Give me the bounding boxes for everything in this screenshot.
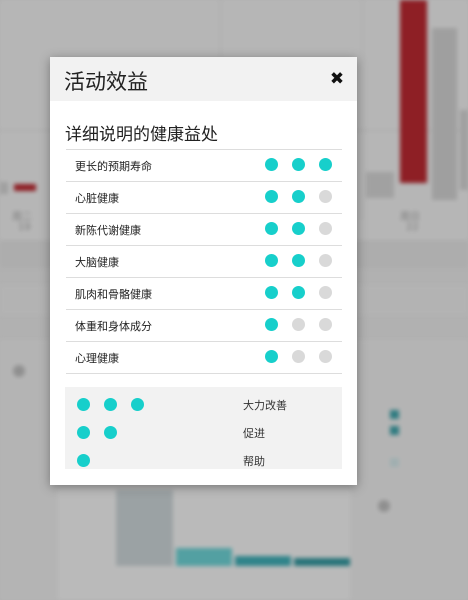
benefit-row: 大脑健康 xyxy=(66,245,342,277)
rating-dot-empty xyxy=(292,350,305,363)
legend-dots xyxy=(77,426,131,445)
benefit-label: 肌肉和骨骼健康 xyxy=(75,288,152,301)
benefit-label: 新陈代谢健康 xyxy=(75,224,141,237)
legend-label: 促进 xyxy=(243,427,265,440)
rating-dot-filled xyxy=(265,318,278,331)
rating-dot-filled xyxy=(265,222,278,235)
legend-row: 大力改善 xyxy=(65,393,342,417)
rating-dot-filled xyxy=(292,286,305,299)
benefit-label: 更长的预期寿命 xyxy=(75,160,152,173)
rating-dot-filled xyxy=(104,398,117,411)
rating-dot-empty xyxy=(319,350,332,363)
benefit-row: 新陈代谢健康 xyxy=(66,213,342,245)
rating-dot-filled xyxy=(77,454,90,467)
benefit-row: 心脏健康 xyxy=(66,181,342,213)
legend-label: 大力改善 xyxy=(243,399,287,412)
benefit-rating xyxy=(251,318,332,337)
benefit-row: 更长的预期寿命 xyxy=(66,149,342,181)
benefit-label: 心理健康 xyxy=(75,352,119,365)
rating-dot-filled xyxy=(292,222,305,235)
rating-dot-empty xyxy=(319,318,332,331)
rating-dot-filled xyxy=(265,254,278,267)
rating-dot-filled xyxy=(265,158,278,171)
benefit-rating xyxy=(251,254,332,273)
close-icon[interactable]: ✖ xyxy=(327,69,347,89)
benefit-row: 体重和身体成分 xyxy=(66,309,342,341)
benefit-level-legend: 大力改善 促进 帮助 xyxy=(65,387,342,469)
rating-dot-filled xyxy=(131,398,144,411)
rating-dot-filled xyxy=(265,286,278,299)
rating-dot-filled xyxy=(292,254,305,267)
dialog-header: 活动效益 ✖ xyxy=(50,57,357,101)
benefit-rating xyxy=(251,350,332,369)
rating-dot-empty xyxy=(319,190,332,203)
benefit-row: 肌肉和骨骼健康 xyxy=(66,277,342,309)
rating-dot-filled xyxy=(292,190,305,203)
benefit-rating xyxy=(251,222,332,241)
rating-dot-empty xyxy=(292,318,305,331)
benefit-rating xyxy=(251,190,332,209)
rating-dot-empty xyxy=(319,286,332,299)
benefits-table: 更长的预期寿命 心脏健康新陈代谢健康 大脑健康肌肉和骨骼健康 体重和身体成分 心理健康 xyxy=(66,149,342,374)
benefit-label: 心脏健康 xyxy=(75,192,119,205)
rating-dot-filled xyxy=(265,350,278,363)
rating-dot-filled xyxy=(265,190,278,203)
rating-dot-empty xyxy=(319,254,332,267)
legend-row: 促进 xyxy=(65,421,342,445)
legend-dots xyxy=(77,398,158,417)
dialog-subtitle: 详细说明的健康益处 xyxy=(65,125,218,145)
benefit-rating xyxy=(251,286,332,305)
rating-dot-empty xyxy=(319,222,332,235)
benefit-label: 大脑健康 xyxy=(75,256,119,269)
benefit-row: 心理健康 xyxy=(66,341,342,374)
legend-dots xyxy=(77,454,104,473)
benefit-label: 体重和身体成分 xyxy=(75,320,152,333)
activity-benefits-dialog: 活动效益 ✖ 详细说明的健康益处 更长的预期寿命 心脏健康新陈代谢健康 大脑健康肌肉… xyxy=(50,57,357,485)
rating-dot-filled xyxy=(77,398,90,411)
legend-row: 帮助 xyxy=(65,449,342,473)
rating-dot-filled xyxy=(319,158,332,171)
legend-label: 帮助 xyxy=(243,455,265,468)
rating-dot-filled xyxy=(104,426,117,439)
dialog-title: 活动效益 xyxy=(64,70,148,94)
benefit-rating xyxy=(251,158,332,177)
rating-dot-filled xyxy=(292,158,305,171)
rating-dot-filled xyxy=(77,426,90,439)
